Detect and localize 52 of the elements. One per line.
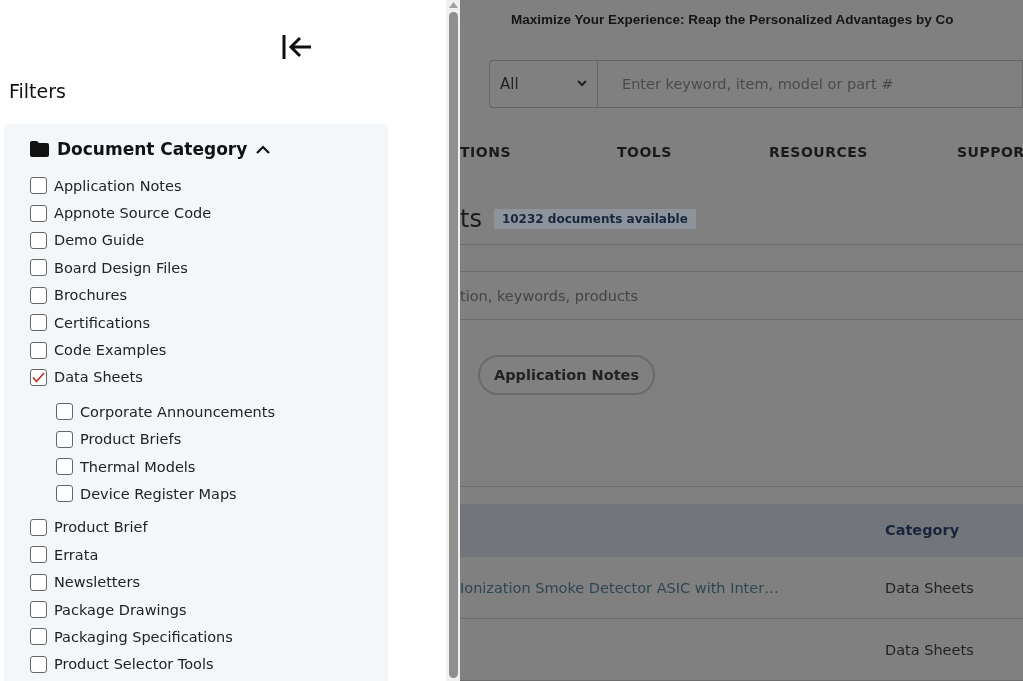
folder-icon [30,141,49,157]
checkbox[interactable] [30,231,47,249]
column-header: Category [885,522,961,539]
promo-text: Maximize Your Experience: Reap the Personalized Advantages by Co [510,10,955,29]
checkbox[interactable] [30,655,47,673]
checkbox[interactable] [30,341,47,359]
filter-option[interactable]: Appnote Source Code [30,199,388,227]
filter-option[interactable]: Packaging Specifications [30,623,388,651]
checkbox[interactable] [30,314,47,332]
filter-option[interactable]: Certifications [30,308,388,337]
checkbox[interactable] [30,601,47,619]
scrollbar[interactable] [446,0,460,681]
filters-title: Filters [8,79,67,104]
filter-option[interactable]: Demo Guide [30,226,388,255]
filter-chip[interactable]: Application Notes [478,354,656,395]
checkbox[interactable] [30,177,47,195]
filter-option[interactable]: Board Design Files [30,254,388,282]
checkbox[interactable] [30,628,47,646]
checkbox[interactable] [56,403,73,421]
checkbox[interactable] [30,573,47,591]
checkbox[interactable] [30,546,47,564]
page-heading: ts [460,205,482,234]
checkbox[interactable] [30,204,47,222]
checkbox[interactable] [56,430,73,448]
nav-link[interactable]: TOOLS [617,143,769,163]
table-cell-text: Data Sheets [885,579,975,596]
filter-option[interactable]: Application Notes [30,172,388,200]
checkbox[interactable] [30,518,47,536]
filter-option[interactable]: Product Brief [30,513,388,542]
table-cell-text: Data Sheets [885,641,975,658]
checkbox[interactable] [56,458,73,476]
filter-option[interactable]: Brochures [30,281,388,309]
filter-option[interactable]: Thermal Models [56,452,388,481]
nav-link[interactable]: RESOURCES [769,143,957,163]
checkbox[interactable] [30,259,47,277]
checkbox[interactable] [30,368,47,386]
filter-option[interactable]: Data Sheets [30,363,388,392]
checkbox[interactable] [30,286,47,304]
filter-option[interactable]: Product Selector Tools [30,650,388,679]
filter-option[interactable]: Device Register Maps [56,480,388,508]
filter-option[interactable]: Package Drawings [30,595,388,624]
nav-link[interactable]: TIONS [460,143,617,163]
chevron-down-icon [577,80,587,88]
checkbox[interactable] [56,485,73,503]
filter-option[interactable]: Code Examples [30,336,388,364]
chevron-icon [255,144,272,154]
filter-option[interactable]: Errata [30,541,388,569]
filter-option[interactable]: Corporate Announcements [56,398,388,426]
count-badge: 10232 documents available [493,209,696,230]
filter-option[interactable]: Product Briefs [56,425,388,453]
section-toggle[interactable]: Document Category [30,136,272,162]
filter-option[interactable]: Newsletters [30,568,388,596]
